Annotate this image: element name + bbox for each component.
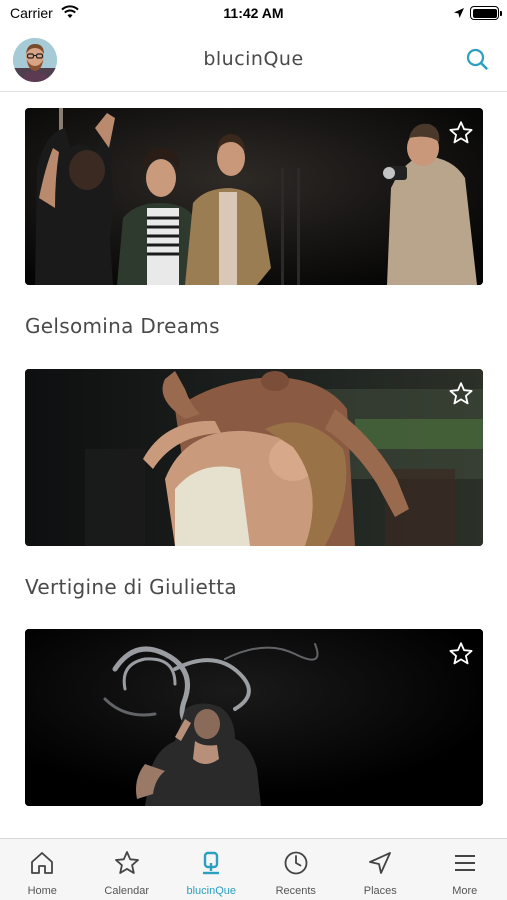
- location-services-icon: [454, 8, 464, 18]
- show-image[interactable]: [25, 369, 483, 546]
- clock-icon: [284, 851, 308, 875]
- navigation-bar: blucinQue: [0, 28, 507, 92]
- show-feed[interactable]: Gelsomina Dreams Vertigine di Giulietta: [0, 93, 507, 838]
- blucinque-q-icon: [203, 851, 220, 875]
- show-card[interactable]: [25, 629, 483, 835]
- tab-label: Home: [27, 885, 57, 897]
- show-card[interactable]: Vertigine di Giulietta: [25, 369, 483, 599]
- status-bar: Carrier 11:42 AM: [0, 0, 507, 28]
- performance-photo: [25, 629, 483, 806]
- clock-time: 11:42 AM: [223, 5, 284, 21]
- tab-blucinque[interactable]: blucinQue: [169, 839, 254, 900]
- performance-photo: [25, 369, 483, 546]
- favorite-star-icon[interactable]: [448, 641, 474, 667]
- tab-more[interactable]: More: [423, 839, 507, 900]
- favorite-star-icon[interactable]: [448, 120, 474, 146]
- tab-label: Places: [363, 885, 397, 897]
- show-card[interactable]: Gelsomina Dreams: [25, 108, 483, 338]
- tab-label: More: [452, 885, 478, 897]
- tab-bar: Home Calendar blucinQue Recents Places M…: [0, 838, 507, 900]
- show-image[interactable]: [25, 108, 483, 285]
- tab-recents[interactable]: Recents: [254, 839, 339, 900]
- favorite-star-icon[interactable]: [448, 381, 474, 407]
- show-title[interactable]: Vertigine di Giulietta: [25, 575, 483, 599]
- show-title[interactable]: Gelsomina Dreams: [25, 314, 483, 338]
- show-image[interactable]: [25, 629, 483, 806]
- tab-label: Recents: [275, 885, 316, 897]
- menu-icon: [454, 855, 475, 871]
- tab-calendar[interactable]: Calendar: [85, 839, 170, 900]
- star-icon: [114, 851, 139, 874]
- battery-icon: [470, 6, 502, 20]
- tab-label: Calendar: [104, 885, 150, 897]
- navigation-arrow-icon: [369, 852, 392, 874]
- tab-home[interactable]: Home: [0, 839, 85, 900]
- tab-places[interactable]: Places: [338, 839, 423, 900]
- search-icon[interactable]: [464, 46, 490, 72]
- home-icon: [31, 852, 54, 874]
- page-title: blucinQue: [203, 48, 304, 70]
- performance-photo: [25, 108, 483, 285]
- tab-label: blucinQue: [186, 885, 237, 897]
